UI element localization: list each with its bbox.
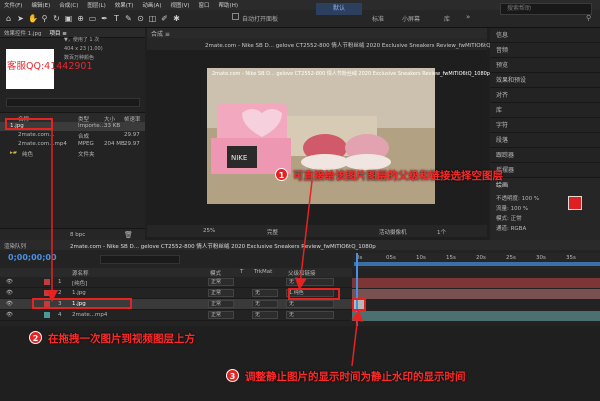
badge-3: 3: [226, 369, 239, 382]
arrow-3: [351, 309, 364, 367]
annotation-2: 在拖拽一次图片到视频图层上方: [48, 333, 195, 345]
arrow-1: [294, 180, 313, 290]
annotation-3: 调整静止图片的显示时间为静止水印的显示时间: [245, 371, 466, 383]
badge-1: 1: [275, 168, 288, 181]
badge-2: 2: [29, 331, 42, 344]
annotation-1: 可直接给该图片图层的父级和链接选择空图层: [293, 170, 503, 182]
